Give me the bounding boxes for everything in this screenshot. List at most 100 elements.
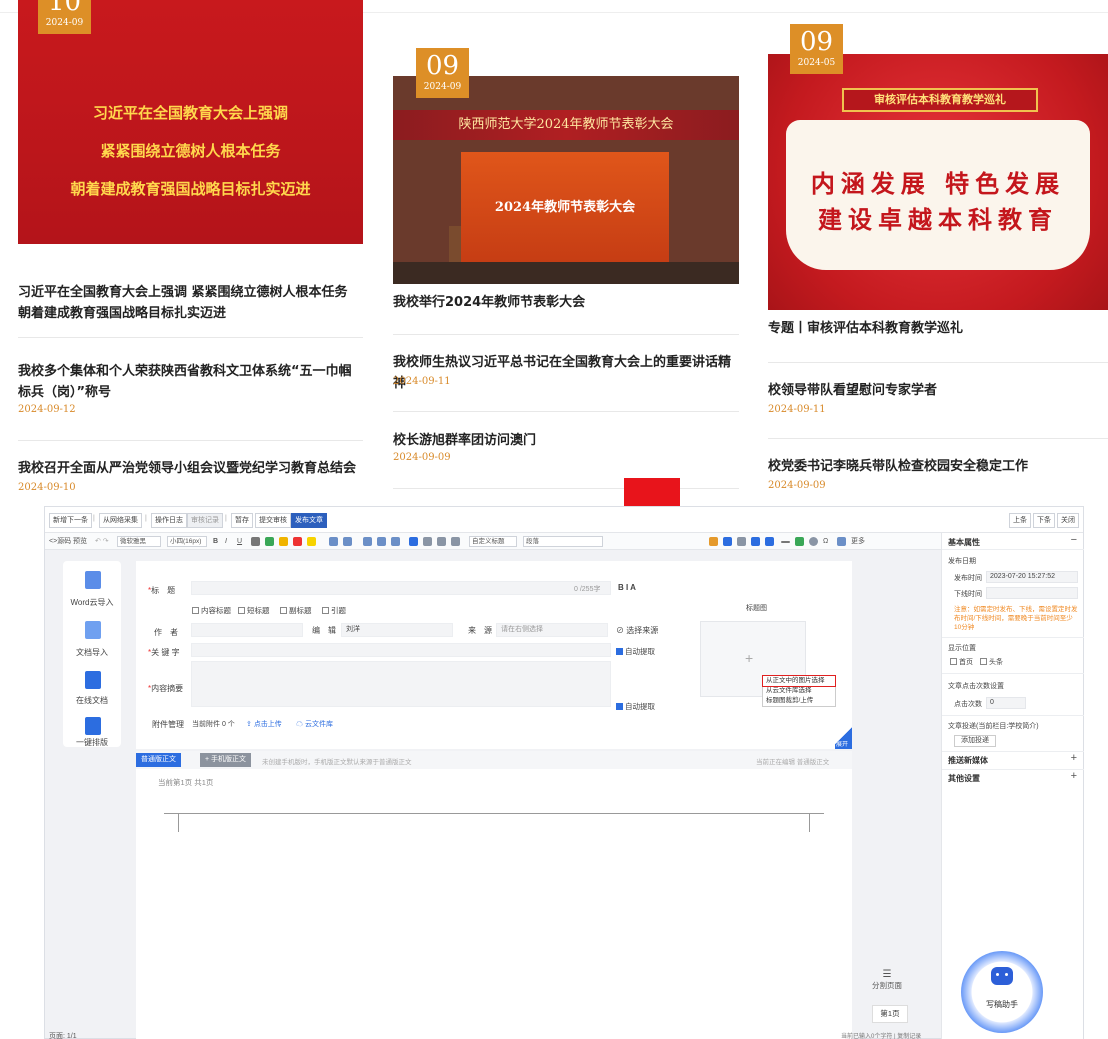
offline-time-input[interactable] bbox=[986, 587, 1078, 599]
feature-image-1[interactable]: 习近平在全国教育大会上强调 紧紧围绕立德树人根本任务 朝着建成教育强国战略目标扎… bbox=[18, 0, 363, 244]
next-item-button[interactable]: 下条 bbox=[1033, 513, 1055, 528]
highlight-icon[interactable] bbox=[307, 537, 316, 546]
subtitle-checkbox[interactable]: 副标题 bbox=[280, 605, 312, 616]
source-input[interactable]: 请在右侧选择 bbox=[496, 623, 608, 637]
publish-time-input[interactable]: 2023-07-20 15:27:52 bbox=[986, 571, 1078, 583]
auto-extract-keyword-checkbox[interactable]: 自动提取 bbox=[616, 646, 655, 657]
web-collect-button[interactable]: 从网络采集 bbox=[99, 513, 142, 528]
font-size-select[interactable]: 小四(16px) bbox=[167, 536, 207, 547]
unordered-list-icon[interactable] bbox=[343, 537, 352, 546]
news-item-title[interactable]: 我校召开全面从严治党领导小组会议暨党纪学习教育总结会 bbox=[18, 458, 363, 479]
crop-upload-option[interactable]: 标题图裁剪/上传 bbox=[763, 696, 835, 706]
tab-mobile-body[interactable]: + 手机版正文 bbox=[200, 753, 252, 767]
more-button[interactable]: 更多 bbox=[851, 536, 865, 547]
bold-icon[interactable]: B bbox=[213, 536, 218, 547]
feature-title-3[interactable]: 专题丨审核评估本科教育教学巡礼 bbox=[768, 318, 1108, 339]
line-height-icon[interactable] bbox=[363, 537, 372, 546]
upload-link[interactable]: ⇪ 点击上传 bbox=[246, 719, 282, 729]
author-input[interactable] bbox=[191, 623, 303, 637]
feature-image-2[interactable]: 陕西师范大学2024年教师节表彰大会 2024年教师节表彰大会 bbox=[393, 76, 739, 284]
close-button[interactable]: 关闭 bbox=[1057, 513, 1079, 528]
short-title-checkbox[interactable]: 短标题 bbox=[238, 605, 270, 616]
summary-textarea[interactable] bbox=[191, 661, 611, 707]
headline-checkbox[interactable]: 头条 bbox=[980, 657, 1003, 667]
map-icon[interactable] bbox=[809, 537, 818, 546]
indent-icon[interactable] bbox=[391, 537, 400, 546]
operation-log-button[interactable]: 操作日志 bbox=[151, 513, 187, 528]
video-icon[interactable] bbox=[723, 537, 732, 546]
news-item-title[interactable]: 校领导带队看望慰问专家学者 bbox=[768, 380, 1108, 401]
home-checkbox[interactable]: 首页 bbox=[950, 657, 973, 667]
news-item-title[interactable]: 校长游旭群率团访问澳门 bbox=[393, 430, 739, 451]
heading-select[interactable]: 自定义标题 bbox=[469, 536, 517, 547]
justify-icon[interactable] bbox=[451, 537, 460, 546]
underline-icon[interactable]: U bbox=[237, 536, 242, 547]
document-import[interactable]: 文档导入 bbox=[63, 647, 121, 658]
fullscreen-icon[interactable] bbox=[837, 537, 846, 546]
select-from-cloud-option[interactable]: 从云文件库选择 bbox=[763, 686, 835, 696]
audio-icon[interactable] bbox=[737, 537, 746, 546]
date-icon[interactable] bbox=[795, 537, 804, 546]
special-char-icon[interactable]: Ω bbox=[823, 536, 828, 547]
ceremony-banner: 陕西师范大学2024年教师节表彰大会 bbox=[393, 110, 739, 140]
title-style-tools[interactable]: B I A bbox=[618, 583, 636, 592]
strikethrough-icon[interactable] bbox=[251, 537, 260, 546]
collapse-icon[interactable]: − bbox=[1071, 534, 1077, 546]
undo-icon[interactable]: ↶ ↷ bbox=[95, 536, 109, 547]
font-family-select[interactable]: 微软雅黑 bbox=[117, 536, 161, 547]
publish-button[interactable]: 发布文章 bbox=[291, 513, 327, 528]
save-draft-button[interactable]: 暂存 bbox=[231, 513, 253, 528]
feature-image-3[interactable]: 审核评估本科教育教学巡礼 内涵发展 特色发展 建设卓越本科教育 bbox=[768, 54, 1108, 310]
cloud-library-link[interactable]: ☁ 云文件库 bbox=[296, 719, 333, 729]
lead-title-checkbox[interactable]: 引题 bbox=[322, 605, 346, 616]
content-title-checkbox[interactable]: 内容标题 bbox=[192, 605, 231, 616]
review-record-button[interactable]: 审核记录 bbox=[187, 513, 223, 528]
select-from-body-option[interactable]: 从正文中的图片选择 bbox=[762, 675, 836, 687]
document-canvas[interactable]: 当前第1页 共1页 bbox=[136, 769, 852, 1039]
click-count-input[interactable]: 0 bbox=[986, 697, 1026, 709]
table-icon[interactable] bbox=[765, 537, 774, 546]
expand-push-media-icon[interactable]: + bbox=[1071, 752, 1077, 764]
feature-title-2[interactable]: 我校举行2024年教师节表彰大会 bbox=[393, 292, 739, 313]
basic-props-header[interactable]: 基本属性 bbox=[948, 537, 980, 548]
clear-format-icon[interactable] bbox=[265, 537, 274, 546]
image-icon[interactable] bbox=[709, 537, 718, 546]
news-item-title[interactable]: 我校师生热议习近平总书记在全国教育大会上的重要讲话精神 bbox=[393, 352, 739, 394]
editor-input[interactable]: 刘洋 bbox=[341, 623, 453, 637]
add-push-button[interactable]: 添加投递 bbox=[954, 735, 996, 747]
source-code-button[interactable]: <>源码 bbox=[49, 536, 71, 547]
paragraph-select[interactable]: 段落 bbox=[523, 536, 603, 547]
horizontal-rule-icon[interactable] bbox=[781, 541, 790, 543]
align-center-icon[interactable] bbox=[423, 537, 432, 546]
align-left-icon[interactable] bbox=[409, 537, 418, 546]
thumbnail-title: 标题图 bbox=[746, 605, 767, 612]
push-media-header[interactable]: 推送新媒体 bbox=[948, 755, 988, 766]
page-1-button[interactable]: 第1页 bbox=[872, 1005, 908, 1023]
online-document[interactable]: 在线文档 bbox=[63, 695, 121, 706]
attachment-icon[interactable] bbox=[751, 537, 760, 546]
prev-item-button[interactable]: 上条 bbox=[1009, 513, 1031, 528]
other-settings-header[interactable]: 其他设置 bbox=[948, 773, 980, 784]
ordered-list-icon[interactable] bbox=[329, 537, 338, 546]
expand-other-settings-icon[interactable]: + bbox=[1071, 770, 1077, 782]
paragraph-spacing-icon[interactable] bbox=[377, 537, 386, 546]
new-next-button[interactable]: 新增下一条 bbox=[49, 513, 92, 528]
split-page-button[interactable]: ☰ 分割页面 bbox=[867, 969, 907, 991]
title-input[interactable] bbox=[191, 581, 611, 595]
word-cloud-import[interactable]: Word云导入 bbox=[63, 597, 121, 608]
submit-review-button[interactable]: 提交审核 bbox=[255, 513, 291, 528]
preview-button[interactable]: 预览 bbox=[73, 536, 87, 547]
news-item-title[interactable]: 我校多个集体和个人荣获陕西省教科文卫体系统“五一巾帼标兵（岗）”称号 bbox=[18, 361, 363, 403]
font-color-icon[interactable] bbox=[293, 537, 302, 546]
feature-title-1[interactable]: 习近平在全国教育大会上强调 紧紧围绕立德树人根本任务 朝着建成教育强国战略目标扎… bbox=[18, 282, 363, 324]
choose-source-link[interactable]: ⊘ 选择来源 bbox=[616, 625, 658, 636]
keyword-input[interactable] bbox=[191, 643, 611, 657]
auto-extract-summary-checkbox[interactable]: 自动提取 bbox=[616, 701, 655, 712]
align-right-icon[interactable] bbox=[437, 537, 446, 546]
writing-assistant-button[interactable]: 写稿助手 bbox=[961, 951, 1043, 1033]
tab-normal-body[interactable]: 普通版正文 bbox=[136, 753, 181, 767]
news-item-title[interactable]: 校党委书记李晓兵带队检查校园安全稳定工作 bbox=[768, 456, 1108, 477]
italic-icon[interactable]: I bbox=[225, 536, 227, 547]
format-brush-icon[interactable] bbox=[279, 537, 288, 546]
one-click-layout[interactable]: 一键排版 bbox=[63, 737, 121, 748]
